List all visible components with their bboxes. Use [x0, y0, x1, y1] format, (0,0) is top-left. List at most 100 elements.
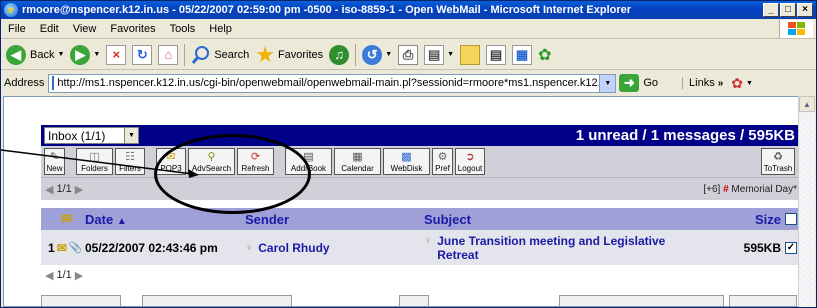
address-label: Address [4, 77, 45, 89]
message-subject[interactable]: June Transition meeting and Legislative … [437, 234, 704, 262]
chevron-down-icon: ▼ [447, 51, 455, 58]
refresh-browser-button[interactable]: ↻ [129, 42, 155, 68]
chevron-right-icon[interactable]: » [718, 78, 724, 89]
menu-help[interactable]: Help [202, 23, 239, 35]
edit-page-icon: ▤ [424, 44, 445, 65]
sender-column-header[interactable]: Sender [245, 212, 424, 227]
links-label[interactable]: Links [682, 77, 715, 89]
calendar-label: Calendar [341, 164, 374, 173]
home-button[interactable]: ⌂ [155, 42, 181, 68]
calendar-button[interactable]: ▦ Calendar [334, 148, 381, 175]
ie-logo-icon: e [4, 3, 18, 17]
folder-icon [460, 44, 481, 65]
size-column-header[interactable]: Size [704, 212, 798, 227]
go-button[interactable]: Go [643, 77, 658, 89]
next-page-icon[interactable]: ▶ [75, 183, 83, 196]
chevron-down-icon[interactable]: ▼ [124, 128, 138, 143]
menu-view[interactable]: View [66, 23, 104, 35]
trash-icon: ♻ [773, 151, 783, 163]
title-bar: e rmoore@nspencer.k12.in.us - 05/22/2007… [1, 1, 816, 19]
message-sender-cell[interactable]: ♀ Carol Rhudy [245, 241, 424, 255]
bottom-button[interactable] [729, 295, 797, 306]
folder-button[interactable] [457, 42, 483, 68]
message-select-checkbox[interactable]: ✓ [785, 241, 797, 254]
message-subject-cell[interactable]: ♀ June Transition meeting and Legislativ… [424, 234, 704, 262]
address-url: http://ms1.nspencer.k12.in.us/cgi-bin/op… [57, 77, 617, 89]
toolbar-divider [355, 43, 357, 66]
status-column-envelope-icon[interactable]: ✉ [41, 211, 85, 227]
scroll-track[interactable] [799, 114, 815, 307]
favorites-button[interactable]: ★ Favorites [252, 42, 326, 68]
windows-logo-icon [779, 20, 813, 38]
totrash-button[interactable]: ♻ ToTrash [761, 148, 795, 175]
scroll-up-icon[interactable]: ▲ [799, 96, 815, 112]
mailbox-summary: 1 unread / 1 messages / 595KB [575, 127, 795, 144]
go-arrow-icon[interactable]: ➜ [619, 74, 640, 92]
stop-icon: × [106, 44, 127, 65]
message-size: 595KB [743, 240, 781, 255]
forward-button[interactable]: ▶ ▼ [67, 42, 103, 68]
stop-button[interactable]: × [103, 42, 129, 68]
message-sender[interactable]: Carol Rhudy [258, 241, 329, 255]
folder-select[interactable]: Inbox (1/1) ▼ [44, 127, 139, 144]
edit-button[interactable]: ▤ ▼ [421, 42, 457, 68]
new-message-icon: ✎ [49, 151, 60, 163]
new-label: New [46, 164, 63, 173]
bottom-pager-row: ◀ 1/1 ▶ [41, 265, 798, 285]
menu-favorites[interactable]: Favorites [103, 23, 162, 35]
menu-edit[interactable]: Edit [33, 23, 66, 35]
address-bar: Address http://ms1.nspencer.k12.in.us/cg… [1, 71, 816, 95]
media-button[interactable]: ♫ [326, 42, 352, 68]
research-icon: ▦ [512, 44, 533, 65]
toolbar-divider [184, 43, 186, 66]
date-column-header[interactable]: Date ▲ [85, 212, 245, 227]
calendar-icon: ▦ [352, 151, 363, 163]
history-button[interactable]: ↺ ▼ [359, 42, 395, 68]
pref-button[interactable]: ⚙ Pref [432, 148, 453, 175]
page-button[interactable]: ▤ [483, 42, 509, 68]
menu-tools[interactable]: Tools [163, 23, 203, 35]
new-message-button[interactable]: ✎ New [44, 148, 65, 175]
print-button[interactable]: ⎙ [395, 42, 421, 68]
chevron-down-icon[interactable]: ▼ [746, 80, 753, 87]
webdisk-button[interactable]: ▩ WebDisk [383, 148, 430, 175]
folder-header-bar: Inbox (1/1) ▼ 1 unread / 1 messages / 59… [41, 125, 798, 146]
minimize-button[interactable]: _ [763, 3, 779, 17]
folders-button[interactable]: ◫ Folders [76, 148, 113, 175]
address-input[interactable]: http://ms1.nspencer.k12.in.us/cgi-bin/op… [48, 73, 617, 93]
filters-button[interactable]: ☷ Filters [115, 148, 145, 175]
calendar-reminder[interactable]: [+6] # Memorial Day* [703, 184, 797, 195]
webdisk-icon: ▩ [401, 151, 412, 163]
prev-page-icon[interactable]: ◀ [45, 269, 53, 282]
maximize-button[interactable]: □ [780, 3, 796, 17]
chevron-down-icon: ▼ [385, 51, 393, 58]
page-indicator-bottom: 1/1 [56, 269, 72, 281]
messenger-button[interactable]: ✿ [535, 42, 554, 68]
logout-button[interactable]: ➲ Logout [455, 148, 485, 175]
vertical-scrollbar[interactable]: ▲ [798, 96, 815, 307]
toolbar-extra-icon[interactable]: ✿ [731, 75, 743, 92]
filters-label: Filters [119, 164, 141, 173]
logout-icon: ➲ [465, 151, 475, 163]
bottom-select-3[interactable] [399, 295, 429, 306]
select-all-checkbox[interactable] [785, 213, 797, 225]
filters-icon: ☷ [125, 151, 135, 163]
menu-file[interactable]: File [1, 23, 33, 35]
search-button[interactable]: Search [188, 42, 252, 68]
window-title: rmoore@nspencer.k12.in.us - 05/22/2007 0… [22, 4, 632, 16]
search-label: Search [214, 48, 250, 61]
message-size-cell: 595KB ✓ [704, 240, 798, 255]
next-page-icon[interactable]: ▶ [75, 269, 83, 282]
bottom-select-1[interactable] [41, 295, 121, 306]
subject-column-header[interactable]: Subject [424, 212, 704, 227]
message-status-cell: 1 ✉ 📎 [41, 241, 85, 255]
close-button[interactable]: × [797, 3, 813, 17]
table-row[interactable]: 1 ✉ 📎 05/22/2007 02:43:46 pm ♀ Carol Rhu… [41, 230, 798, 265]
back-button[interactable]: ◀ Back ▼ [3, 42, 67, 68]
chevron-down-icon[interactable]: ▼ [599, 74, 616, 92]
prev-page-icon[interactable]: ◀ [45, 183, 53, 196]
research-button[interactable]: ▦ [509, 42, 535, 68]
bottom-select-2[interactable] [142, 295, 292, 306]
sort-ascending-icon: ▲ [116, 215, 127, 227]
bottom-select-4[interactable] [559, 295, 724, 306]
